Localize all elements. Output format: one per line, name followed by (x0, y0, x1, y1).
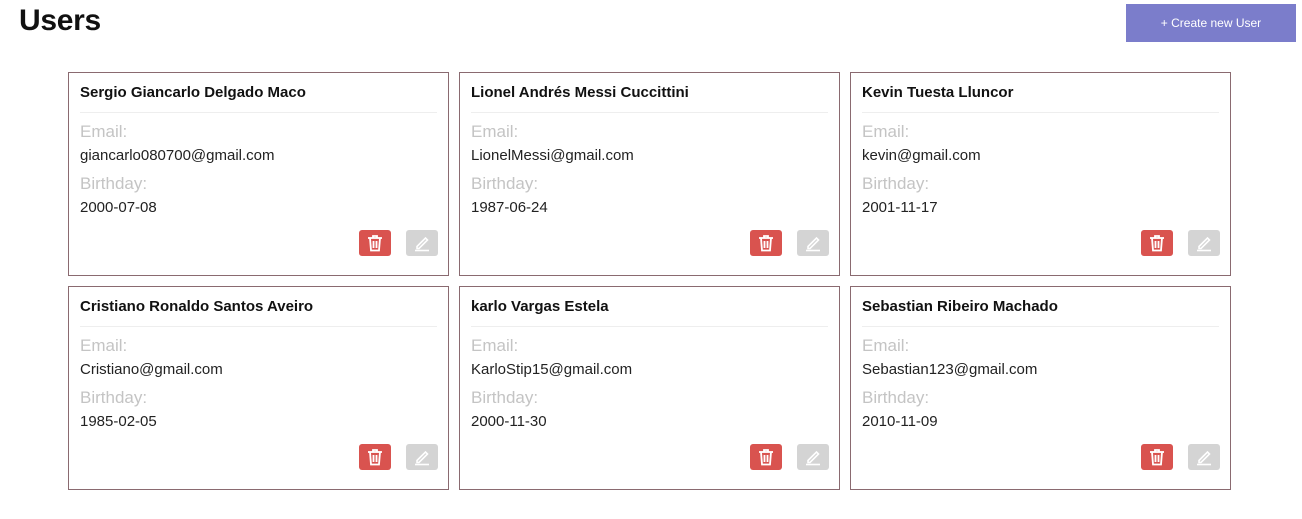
birthday-label: Birthday: (862, 174, 930, 193)
user-name: Sergio Giancarlo Delgado Maco (80, 73, 437, 113)
create-new-user-button[interactable]: + Create new User (1126, 4, 1296, 42)
user-birthday: 2000-11-30 (471, 413, 547, 430)
user-card: Sergio Giancarlo Delgado Maco Email: gia… (68, 72, 449, 276)
email-label: Email: (80, 122, 128, 141)
pencil-icon (804, 234, 822, 252)
trash-icon (758, 234, 774, 252)
birthday-label: Birthday: (471, 388, 539, 407)
page-title: Users (19, 4, 101, 37)
card-actions (359, 230, 438, 256)
pencil-icon (1195, 448, 1213, 466)
user-name: Kevin Tuesta Lluncor (862, 73, 1219, 113)
edit-user-button[interactable] (1188, 444, 1220, 470)
user-card: Sebastian Ribeiro Machado Email: Sebasti… (850, 286, 1231, 490)
email-label: Email: (471, 336, 519, 355)
pencil-icon (413, 448, 431, 466)
pencil-icon (1195, 234, 1213, 252)
email-label: Email: (862, 122, 910, 141)
birthday-label: Birthday: (80, 388, 148, 407)
user-name: karlo Vargas Estela (471, 287, 828, 327)
user-email: KarloStip15@gmail.com (471, 361, 633, 378)
trash-icon (1149, 234, 1165, 252)
user-card: karlo Vargas Estela Email: KarloStip15@g… (459, 286, 840, 490)
delete-user-button[interactable] (359, 444, 391, 470)
delete-user-button[interactable] (750, 444, 782, 470)
user-name: Lionel Andrés Messi Cuccittini (471, 73, 828, 113)
card-actions (359, 444, 438, 470)
user-birthday: 2001-11-17 (862, 199, 938, 216)
card-actions (1141, 230, 1220, 256)
edit-user-button[interactable] (406, 230, 438, 256)
user-birthday: 2000-07-08 (80, 199, 157, 216)
user-name: Sebastian Ribeiro Machado (862, 287, 1219, 327)
edit-user-button[interactable] (406, 444, 438, 470)
email-label: Email: (80, 336, 128, 355)
user-birthday: 2010-11-09 (862, 413, 938, 430)
pencil-icon (413, 234, 431, 252)
trash-icon (758, 448, 774, 466)
edit-user-button[interactable] (797, 230, 829, 256)
user-email: kevin@gmail.com (862, 147, 981, 164)
user-birthday: 1985-02-05 (80, 413, 157, 430)
delete-user-button[interactable] (1141, 230, 1173, 256)
email-label: Email: (471, 122, 519, 141)
user-email: giancarlo080700@gmail.com (80, 147, 275, 164)
birthday-label: Birthday: (471, 174, 539, 193)
edit-user-button[interactable] (1188, 230, 1220, 256)
user-card: Lionel Andrés Messi Cuccittini Email: Li… (459, 72, 840, 276)
user-email: Cristiano@gmail.com (80, 361, 223, 378)
user-card: Kevin Tuesta Lluncor Email: kevin@gmail.… (850, 72, 1231, 276)
card-actions (750, 444, 829, 470)
birthday-label: Birthday: (80, 174, 148, 193)
card-actions (1141, 444, 1220, 470)
user-email: Sebastian123@gmail.com (862, 361, 1038, 378)
user-card-grid: Sergio Giancarlo Delgado Maco Email: gia… (68, 72, 1231, 490)
delete-user-button[interactable] (750, 230, 782, 256)
user-name: Cristiano Ronaldo Santos Aveiro (80, 287, 437, 327)
trash-icon (1149, 448, 1165, 466)
delete-user-button[interactable] (359, 230, 391, 256)
trash-icon (367, 448, 383, 466)
trash-icon (367, 234, 383, 252)
pencil-icon (804, 448, 822, 466)
card-actions (750, 230, 829, 256)
user-email: LionelMessi@gmail.com (471, 147, 634, 164)
delete-user-button[interactable] (1141, 444, 1173, 470)
birthday-label: Birthday: (862, 388, 930, 407)
edit-user-button[interactable] (797, 444, 829, 470)
user-birthday: 1987-06-24 (471, 199, 548, 216)
email-label: Email: (862, 336, 910, 355)
user-card: Cristiano Ronaldo Santos Aveiro Email: C… (68, 286, 449, 490)
